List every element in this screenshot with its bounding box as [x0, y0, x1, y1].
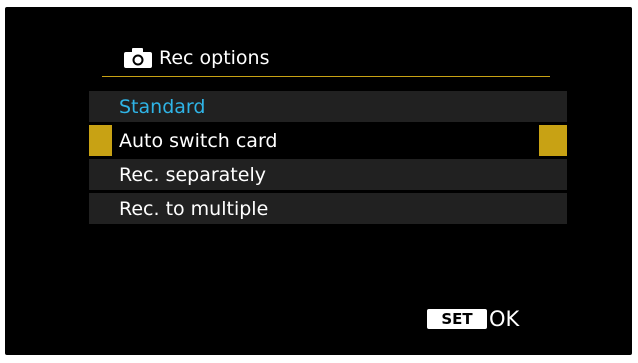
- menu-title: Rec options: [159, 47, 270, 69]
- option-label: Standard: [119, 95, 206, 118]
- header-divider: [102, 76, 550, 77]
- set-ok-button[interactable]: SET OK: [427, 307, 519, 331]
- option-label: Auto switch card: [119, 129, 278, 152]
- ok-label: OK: [489, 307, 520, 331]
- camera-screen: Rec options Standard Auto switch card Re…: [5, 7, 632, 355]
- option-auto-switch-card[interactable]: Auto switch card: [89, 125, 567, 156]
- option-label: Rec. separately: [119, 163, 266, 186]
- camera-icon: [124, 48, 152, 68]
- option-rec-to-multiple[interactable]: Rec. to multiple: [89, 193, 567, 224]
- option-standard[interactable]: Standard: [89, 91, 567, 122]
- option-label: Rec. to multiple: [119, 197, 269, 220]
- set-badge: SET: [427, 309, 487, 329]
- menu-header: Rec options: [123, 47, 270, 69]
- selection-highlight: Auto switch card: [112, 125, 539, 156]
- option-rec-separately[interactable]: Rec. separately: [89, 159, 567, 190]
